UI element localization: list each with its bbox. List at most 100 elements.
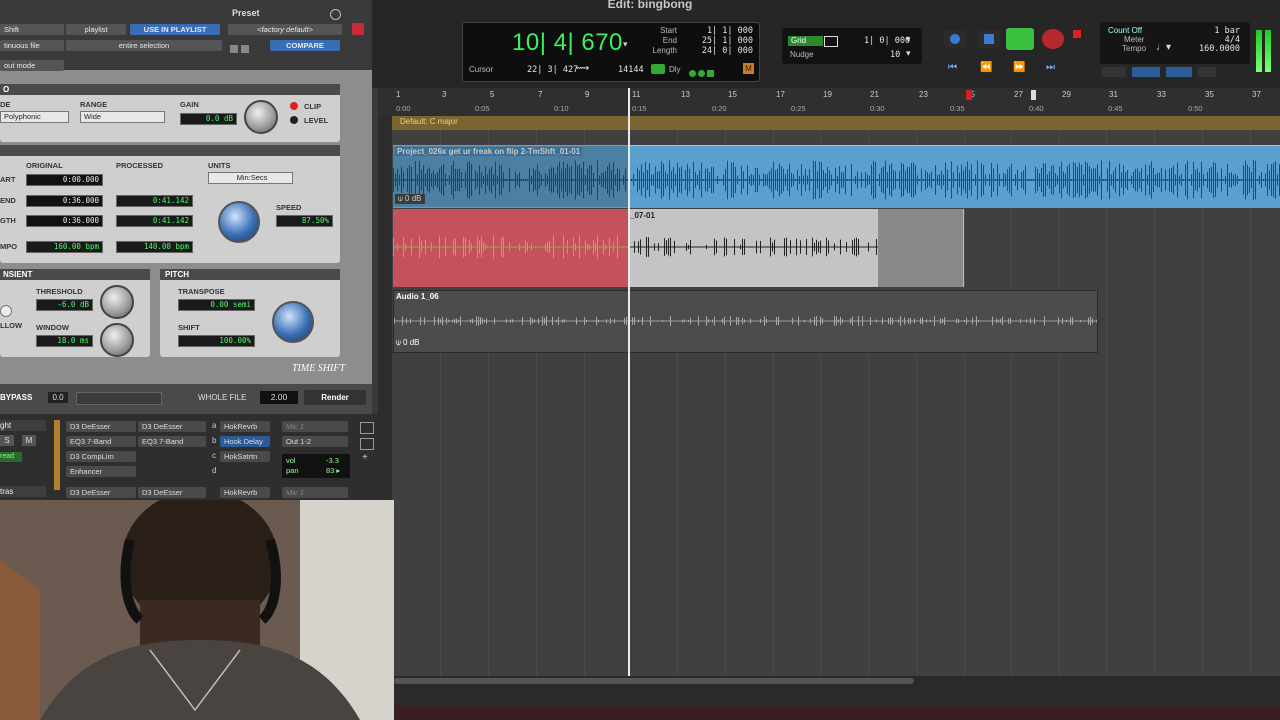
rewind-icon[interactable]: ⏪ xyxy=(980,62,992,73)
key-signature-ruler[interactable]: Default: C major xyxy=(392,116,1280,130)
add-icon[interactable]: + xyxy=(362,452,368,463)
solo-button[interactable]: S xyxy=(0,435,14,446)
processed-end[interactable]: 0:41.142 xyxy=(116,195,193,207)
window-knob[interactable] xyxy=(100,323,134,357)
insert-a[interactable]: D3 DeEsser xyxy=(66,421,136,432)
preset-selector[interactable]: <factory default> xyxy=(228,24,342,35)
speed-knob[interactable] xyxy=(218,201,260,243)
pitch-shift-display[interactable]: 100.00% xyxy=(178,335,255,347)
return-to-zero-icon[interactable]: ⏮ xyxy=(948,62,957,73)
selection-end-marker[interactable] xyxy=(966,90,972,100)
range-dropdown[interactable]: Wide xyxy=(80,111,165,123)
processed-tempo[interactable]: 140.00 bpm xyxy=(116,241,193,253)
bypass-value[interactable]: 0.0 xyxy=(48,392,68,403)
output-selector[interactable]: Out 1-2 xyxy=(282,436,348,447)
online-icon[interactable] xyxy=(944,30,966,48)
note-icon[interactable]: ♩▾ xyxy=(1156,42,1171,53)
grid-value[interactable]: 1| 0| 000 xyxy=(864,36,910,46)
grid-dropdown-icon[interactable]: ▾ xyxy=(906,34,911,45)
mode-dropdown[interactable]: Polyphonic xyxy=(0,111,69,123)
input-row2[interactable]: Mic 1 xyxy=(282,487,348,498)
bypass-slider[interactable] xyxy=(76,392,162,405)
audio-clip-grey[interactable]: _07-01 xyxy=(628,209,878,287)
power-icon[interactable] xyxy=(330,9,341,20)
clip-gain[interactable]: ⍦ 0 dB xyxy=(396,338,420,348)
clip-gap-area[interactable] xyxy=(878,209,964,287)
audio-clip-audio1[interactable]: Audio 1_06 ⍦ 0 dB xyxy=(393,290,1098,353)
input-selector[interactable]: Mic 1 xyxy=(282,421,348,432)
send-letter-b: b xyxy=(212,436,217,445)
nudge-dropdown-icon[interactable]: ▾ xyxy=(906,48,911,59)
send-c[interactable]: HokSatrtn xyxy=(220,451,270,462)
grid-label[interactable]: Grid xyxy=(788,36,823,46)
pitch-knob[interactable] xyxy=(272,301,314,343)
track-name-1[interactable]: ght xyxy=(0,420,46,431)
track-list-icon-2[interactable] xyxy=(360,438,374,450)
threshold-knob[interactable] xyxy=(100,285,134,319)
threshold-display[interactable]: -6.0 dB xyxy=(36,299,93,311)
insert-row2-b[interactable]: D3 DeEsser xyxy=(138,487,206,498)
original-end[interactable]: 0:36.000 xyxy=(26,195,103,207)
counter-dropdown-icon[interactable]: ▾ xyxy=(623,39,628,50)
play-loop-button[interactable] xyxy=(1006,28,1034,50)
original-length[interactable]: 0:36.000 xyxy=(26,215,103,227)
length-value[interactable]: 24| 0| 000 xyxy=(697,46,753,56)
gain-knob[interactable] xyxy=(244,100,278,134)
output-mode-selector[interactable]: out mode xyxy=(0,60,64,71)
insert-g[interactable]: EQ3 7-Band xyxy=(138,436,206,447)
close-window-icon[interactable] xyxy=(352,23,364,35)
playhead-line[interactable] xyxy=(628,88,630,678)
vol-pan-display[interactable]: vol -3.3 pan 83 ▸ xyxy=(282,454,350,478)
end-value[interactable]: 25| 1| 000 xyxy=(697,36,753,46)
playhead-marker[interactable] xyxy=(1031,90,1036,100)
processed-length[interactable]: 0:41.142 xyxy=(116,215,193,227)
processing-mode-selector[interactable]: tinuous file xyxy=(0,40,64,51)
insert-f[interactable]: D3 DeEsser xyxy=(138,421,206,432)
midi-merge-icon[interactable]: M xyxy=(743,63,754,74)
automation-mode[interactable]: read xyxy=(0,452,22,462)
nudge-value[interactable]: 10 xyxy=(890,50,900,60)
main-counter-value[interactable]: 10| 4| 670 xyxy=(512,29,623,57)
gain-display[interactable]: 0.0 dB xyxy=(180,113,237,125)
transport-small-icons[interactable] xyxy=(689,64,729,77)
count-off-label[interactable]: Count Off xyxy=(1108,26,1142,35)
timeline-ruler[interactable]: 1 3 5 7 9 11 13 15 17 19 21 23 25 27 29 … xyxy=(378,88,1280,116)
insert-c[interactable]: D3 CompLim xyxy=(66,451,136,462)
go-to-end-icon[interactable]: ⏭ xyxy=(1046,62,1055,73)
transpose-display[interactable]: 0.00 semi xyxy=(178,299,255,311)
compare-button[interactable]: COMPARE xyxy=(270,40,340,51)
audio-clip-red[interactable] xyxy=(393,209,628,287)
grid-snap-icon[interactable] xyxy=(651,64,665,74)
pitch-section-header: PITCH xyxy=(160,269,340,280)
selection-mode-selector[interactable]: entire selection xyxy=(66,40,222,51)
send-b[interactable]: Hook Delay xyxy=(220,436,270,447)
start-value[interactable]: 1| 1| 000 xyxy=(697,26,753,36)
insert-row2-a[interactable]: D3 DeEsser xyxy=(66,487,136,498)
horizontal-scrollbar[interactable] xyxy=(394,678,914,684)
plugin-selector[interactable]: Shift xyxy=(0,24,64,35)
playlist-selector[interactable]: playlist xyxy=(66,24,126,35)
insert-b[interactable]: EQ3 7-Band xyxy=(66,436,136,447)
track-list-icon[interactable] xyxy=(360,422,374,434)
window-display[interactable]: 18.0 ms xyxy=(36,335,93,347)
original-tempo[interactable]: 160.00 bpm xyxy=(26,241,103,253)
copy-paste-icons[interactable] xyxy=(230,40,260,53)
record-button[interactable] xyxy=(1042,29,1064,49)
insert-d[interactable]: Enhancer xyxy=(66,466,136,477)
follow-toggle[interactable] xyxy=(0,305,12,317)
whole-file-value[interactable]: 2.00 xyxy=(260,391,298,404)
original-start[interactable]: 0:00.000 xyxy=(26,174,103,186)
speed-display[interactable]: 87.50% xyxy=(276,215,333,227)
fast-forward-icon[interactable]: ⏩ xyxy=(1013,62,1025,73)
track-name-2[interactable]: tras xyxy=(0,486,46,497)
tempo-value[interactable]: 160.0000 xyxy=(1190,44,1240,54)
send-row2-a[interactable]: HokRevrb xyxy=(220,487,270,498)
mute-button[interactable]: M xyxy=(22,435,36,446)
send-a[interactable]: HokRevrb xyxy=(220,421,270,432)
use-in-playlist-button[interactable]: USE IN PLAYLIST xyxy=(130,24,220,35)
render-button[interactable]: Render xyxy=(304,390,366,405)
stop-button[interactable] xyxy=(978,30,1000,48)
midi-controls[interactable] xyxy=(1102,64,1252,78)
delay-comp-label[interactable]: Dly xyxy=(669,65,681,74)
units-dropdown[interactable]: Min:Secs xyxy=(208,172,293,184)
